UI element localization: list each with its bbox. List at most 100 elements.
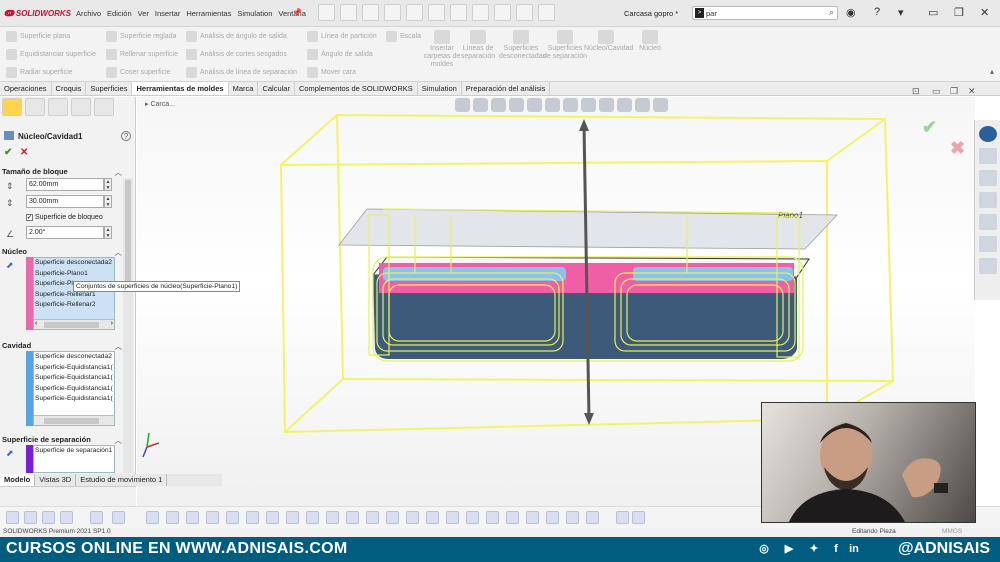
tool-icon[interactable] <box>326 511 339 524</box>
viewport-expand-icon[interactable]: ⊡ <box>912 86 920 97</box>
tool-icon[interactable] <box>346 511 359 524</box>
tab-calcular[interactable]: Calcular <box>258 82 295 95</box>
section-block-size[interactable]: Tamaño de bloque ︿ <box>2 167 123 178</box>
help-menu-chevron-icon[interactable]: ▾ <box>898 6 904 19</box>
split-line-button[interactable]: Línea de partición <box>307 30 377 43</box>
appearances-icon[interactable] <box>978 236 997 252</box>
home-icon[interactable] <box>978 148 997 164</box>
tool-icon[interactable] <box>60 511 73 524</box>
list-item[interactable]: Superficie desconectada2 <box>34 352 114 363</box>
knit-surface-button[interactable]: Coser superficie <box>106 66 178 79</box>
radiate-surface-button[interactable]: Radiar superficie <box>6 66 96 79</box>
solidworks-resources-icon[interactable] <box>978 126 997 142</box>
viewport-restore-button[interactable]: ❐ <box>950 86 958 97</box>
view-palette-icon[interactable] <box>978 214 997 230</box>
menu-edicion[interactable]: Edición <box>107 9 132 18</box>
display-style-icon[interactable] <box>563 98 578 112</box>
list-item[interactable]: Superficie-Equidistancia1( <box>34 394 114 405</box>
tab-herramientas-de-moldes[interactable]: Herramientas de moldes <box>132 82 229 95</box>
tab-marca[interactable]: Marca <box>229 82 259 95</box>
tab-estudio-movimiento[interactable]: Estudio de movimiento 1 <box>76 474 168 486</box>
horizontal-scrollbar[interactable] <box>34 415 114 425</box>
minimize-button[interactable]: ▭ <box>928 6 938 19</box>
property-manager-tab-icon[interactable] <box>25 98 45 116</box>
menu-ver[interactable]: Ver <box>138 9 149 18</box>
options-gear-icon[interactable] <box>538 4 555 21</box>
scroll-thumb[interactable] <box>125 180 131 290</box>
block-dim2-field[interactable]: 30.00mm <box>26 195 104 208</box>
tool-icon[interactable] <box>186 511 199 524</box>
rebuild-icon[interactable] <box>494 4 511 21</box>
section-parting-surface[interactable]: Superficie de separación ︿ <box>2 435 122 445</box>
search-field[interactable]: > par ⌕ <box>692 6 838 20</box>
tool-icon[interactable] <box>266 511 279 524</box>
design-library-icon[interactable] <box>978 170 997 186</box>
solidworks-logo[interactable]: ↈ SOLIDWORKS <box>4 8 71 19</box>
print-icon[interactable] <box>406 4 423 21</box>
ruled-surface-button[interactable]: Superficie reglada <box>106 30 178 43</box>
scroll-thumb[interactable] <box>44 322 99 328</box>
dynamic-annotation-icon[interactable] <box>527 98 542 112</box>
display-manager-tab-icon[interactable] <box>94 98 114 116</box>
tool-icon[interactable] <box>526 511 539 524</box>
previous-view-icon[interactable] <box>491 98 506 112</box>
chevron-up-icon[interactable]: ︿ <box>115 167 123 178</box>
planar-surface-button[interactable]: Superficie plana <box>6 30 96 43</box>
list-item[interactable]: Superficie-Plano1 <box>34 269 114 280</box>
tool-icon[interactable] <box>146 511 159 524</box>
menu-archivo[interactable]: Archivo <box>76 9 101 18</box>
chevron-up-icon[interactable]: ︿ <box>115 247 123 258</box>
menu-insertar[interactable]: Insertar <box>155 9 180 18</box>
list-item[interactable]: Superficie de separación1 <box>34 446 114 457</box>
tool-icon[interactable] <box>446 511 459 524</box>
zoom-to-fit-icon[interactable] <box>455 98 470 112</box>
tab-vistas-3d[interactable]: Vistas 3D <box>35 474 77 486</box>
facebook-icon[interactable]: f <box>830 543 842 555</box>
menu-simulation[interactable]: Simulation <box>237 9 272 18</box>
search-input[interactable]: par <box>706 9 717 18</box>
tool-icon[interactable] <box>306 511 319 524</box>
parting-line-analysis-button[interactable]: Análisis de línea de separación <box>186 66 297 79</box>
tab-operaciones[interactable]: Operaciones <box>0 82 52 95</box>
tool-icon[interactable] <box>286 511 299 524</box>
chevron-left-icon[interactable]: ‹ <box>35 320 37 327</box>
section-core[interactable]: Núcleo ︿ <box>2 247 123 258</box>
restore-button[interactable]: ❐ <box>954 6 964 19</box>
ribbon-collapse-icon[interactable]: ▴ <box>990 67 994 76</box>
twitter-icon[interactable]: ✦ <box>808 543 820 555</box>
block-dim2-stepper[interactable]: ▲ ▼ <box>104 195 112 208</box>
view-orientation-icon[interactable] <box>545 98 560 112</box>
tab-preparacion-analisis[interactable]: Preparación del análisis <box>462 82 551 95</box>
feature-tree-flyout[interactable]: ▸ Carca... <box>145 100 175 108</box>
viewport-close-button[interactable]: ✕ <box>968 86 976 97</box>
save-icon[interactable] <box>384 4 401 21</box>
fill-surface-button[interactable]: Rellenar superficie <box>106 48 178 61</box>
tool-icon[interactable] <box>546 511 559 524</box>
interlock-angle-field[interactable]: 2.00° <box>26 226 104 239</box>
tool-icon[interactable] <box>632 511 645 524</box>
chevron-up-icon[interactable]: ︿ <box>115 341 123 352</box>
chevron-right-icon[interactable]: › <box>111 320 113 327</box>
list-item[interactable]: Superficie-Rellenar2 <box>34 300 114 311</box>
help-icon[interactable]: ? <box>121 131 131 141</box>
parting-surfaces-list[interactable]: Superficie de separación1 <box>33 445 115 473</box>
tool-icon[interactable] <box>566 511 579 524</box>
section-cavity[interactable]: Cavidad ︿ <box>2 341 123 352</box>
draft-analysis-button[interactable]: Análisis de ángulo de salida <box>186 30 297 43</box>
list-item[interactable]: Superficie-Equidistancia1( <box>34 363 114 374</box>
undercut-analysis-button[interactable]: Análisis de cortes sesgados <box>186 48 297 61</box>
cancel-button[interactable]: ✕ <box>20 147 28 158</box>
file-properties-icon[interactable] <box>516 4 533 21</box>
new-document-icon[interactable] <box>340 4 357 21</box>
feature-manager-tab-icon[interactable] <box>2 98 22 116</box>
tool-icon[interactable] <box>166 511 179 524</box>
horizontal-scrollbar[interactable]: ‹ › <box>34 319 114 329</box>
close-button[interactable]: ✕ <box>980 6 989 19</box>
youtube-icon[interactable]: ▶ <box>783 543 795 555</box>
tab-complementos[interactable]: Complementos de SOLIDWORKS <box>295 82 418 95</box>
display-monitor-icon[interactable] <box>653 98 668 112</box>
list-item[interactable]: Superficie-Equidistancia1( <box>34 384 114 395</box>
draft-button[interactable]: Ángulo de salida <box>307 48 377 61</box>
search-icon[interactable]: ⌕ <box>829 7 834 18</box>
ok-button[interactable]: ✔ <box>4 147 12 158</box>
